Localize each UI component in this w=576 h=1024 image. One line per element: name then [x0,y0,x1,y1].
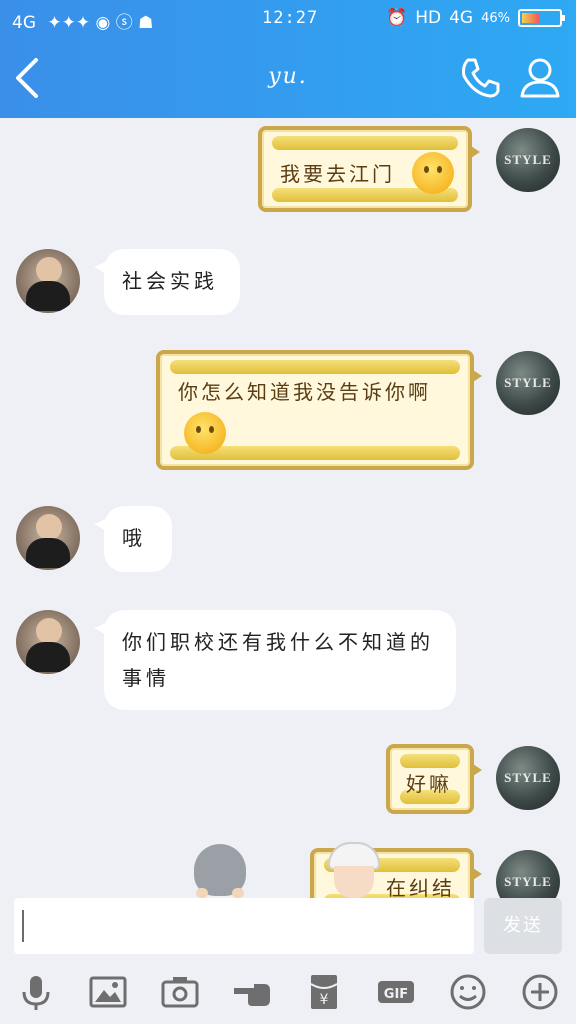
signal-indicator: 4G ✦✦✦ ◉ ⓢ ☗ [12,8,153,33]
plus-icon[interactable] [520,972,560,1012]
send-button[interactable]: 发送 [484,898,562,954]
message-text: 我要去江门 [280,162,395,186]
red-packet-icon[interactable]: ¥ [304,972,344,1012]
my-avatar[interactable]: STYLE [496,746,560,810]
input-toolbar: ¥ GIF [0,960,576,1024]
gif-icon[interactable]: GIF [376,972,416,1012]
svg-text:GIF: GIF [384,987,408,1002]
svg-text:¥: ¥ [320,992,329,1008]
incoming-message[interactable]: 哦 [94,506,172,572]
message-input[interactable] [14,898,474,954]
poke-icon[interactable] [232,972,272,1012]
network-label: 4G [449,8,474,28]
battery-icon [518,9,565,27]
my-avatar[interactable]: STYLE [496,850,560,898]
message-text: 社会实践 [122,269,218,293]
bubble-tail [470,866,482,882]
call-button[interactable] [456,54,504,102]
message-text: 好嘛 [406,772,452,796]
crying-laugh-emoji-icon [184,412,226,454]
contact-avatar[interactable] [16,506,80,570]
message-text: 在纠结 [386,876,455,898]
bubble-tail [470,762,482,778]
peeking-sticker-grey [192,844,248,898]
my-avatar[interactable]: STYLE [496,351,560,415]
message-text: 你们职校还有我什么不知道的事情 [122,630,434,690]
signal-label: 4G [12,13,36,33]
bubble-tail [94,622,108,636]
bubble-tail [470,368,482,384]
microphone-icon[interactable] [16,972,56,1012]
phone-icon [462,58,500,98]
contact-avatar[interactable] [16,610,80,674]
outgoing-message[interactable]: 好嘛 [386,744,482,814]
message-list[interactable]: STYLE 我要去江门 社会实践 STYLE 你怎么知道我没告诉你啊 哦 你们职… [0,118,576,898]
message-text: 哦 [122,526,146,550]
avatar-text: STYLE [504,375,552,390]
person-icon [520,58,560,98]
notification-icons: ✦✦✦ ◉ ⓢ ☗ [47,13,154,33]
alarm-icon: ⏰ [386,8,408,28]
outgoing-message[interactable]: 我要去江门 [258,126,480,212]
bubble-tail [94,518,108,532]
avatar-text: STYLE [504,152,552,167]
battery-fill [522,13,539,23]
my-avatar[interactable]: STYLE [496,128,560,192]
bubble-tail [94,261,108,275]
status-bar: 4G ✦✦✦ ◉ ⓢ ☗ 12:27 ⏰ HD 4G 46% [0,0,576,38]
avatar-text: STYLE [504,770,552,785]
clock: 12:27 [262,8,319,28]
hd-label: HD [415,8,442,28]
message-text: 你怎么知道我没告诉你啊 [178,380,431,404]
incoming-message[interactable]: 社会实践 [94,249,240,315]
outgoing-message[interactable]: 你怎么知道我没告诉你啊 [156,350,482,470]
input-bar: 发送 [0,898,576,960]
profile-button[interactable] [516,54,564,102]
image-icon[interactable] [88,972,128,1012]
avatar-text: STYLE [504,874,552,889]
text-caret [22,910,24,942]
battery-percent: 46% [481,10,510,26]
smile-emoji-icon [412,152,454,194]
incoming-message[interactable]: 你们职校还有我什么不知道的事情 [94,610,456,710]
status-right: ⏰ HD 4G 46% [386,8,565,28]
emoji-icon[interactable] [448,972,488,1012]
bubble-tail [468,144,480,160]
camera-icon[interactable] [160,972,200,1012]
peeking-sticker-girl [326,842,382,898]
contact-avatar[interactable] [16,249,80,313]
chat-header: yu. [0,38,576,118]
